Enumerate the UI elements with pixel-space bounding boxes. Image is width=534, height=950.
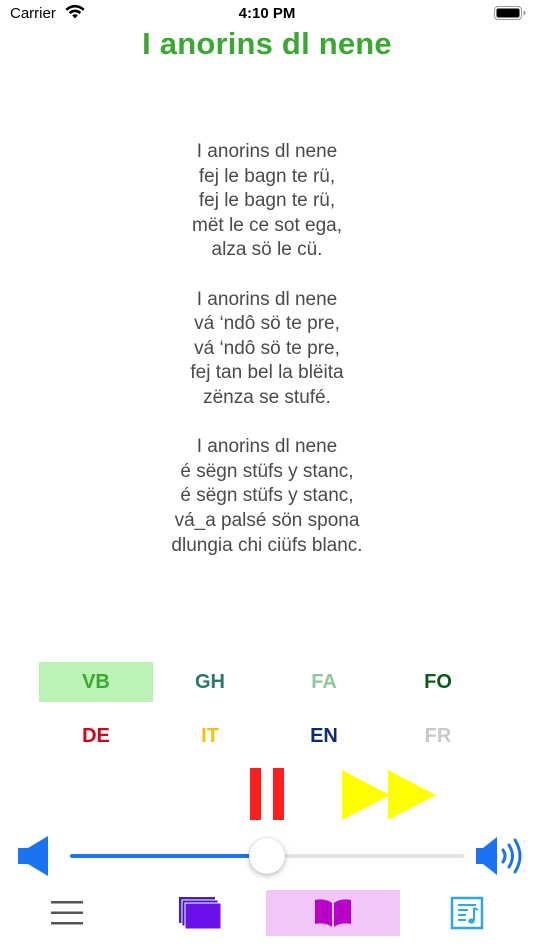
lyrics-line: zënza se stufé. [203, 386, 331, 408]
lyrics-line: mët le ce sot ega, [192, 214, 342, 236]
language-button-gh[interactable]: GH [153, 662, 267, 702]
lyrics-stanza: I anorins dl nene fej le bagn te rü, fej… [0, 140, 534, 263]
language-selector: VB GH FA FO DE IT EN FR [0, 660, 534, 770]
lyrics-line: vá ‘ndô sö te pre, [194, 337, 340, 359]
pause-button[interactable] [250, 768, 284, 820]
fast-forward-button[interactable] [340, 768, 438, 822]
language-button-vb[interactable]: VB [39, 662, 153, 702]
tab-book[interactable] [266, 890, 400, 936]
tab-collection[interactable] [133, 890, 267, 936]
lyrics-line: fej tan bel la blëita [190, 362, 344, 384]
language-button-fr[interactable]: FR [381, 716, 495, 756]
app-screen: Carrier 4:10 PM I anorins dl nene I anor… [0, 0, 534, 950]
lyrics-line: I anorins dl nene [196, 436, 338, 458]
volume-slider[interactable] [70, 836, 464, 876]
lyrics-stanza: I anorins dl nene é sëgn stüfs y stanc, … [0, 435, 534, 558]
lyrics-line: vá_a palsé sön spona [174, 509, 360, 531]
battery-icon [494, 6, 526, 20]
music-sheet-icon [450, 896, 484, 930]
tab-menu[interactable] [0, 890, 134, 936]
menu-icon [51, 901, 83, 925]
pause-icon [250, 768, 261, 820]
speaker-high-icon[interactable] [474, 834, 526, 878]
lyrics-line: fej le bagn te rü, [198, 190, 336, 212]
lyrics-text: I anorins dl nene fej le bagn te rü, fej… [0, 140, 534, 583]
language-button-en[interactable]: EN [267, 716, 381, 756]
language-button-de[interactable]: DE [39, 716, 153, 756]
lyrics-line: é sëgn stüfs y stanc, [180, 460, 354, 482]
status-bar: Carrier 4:10 PM [0, 0, 534, 28]
lyrics-line: alza sö le cü. [211, 239, 323, 261]
book-icon [315, 899, 351, 927]
song-title: I anorins dl nene [142, 26, 392, 61]
lyrics-line: fej le bagn te rü, [198, 165, 336, 187]
lyrics-line: vá ‘ndô sö te pre, [194, 313, 340, 335]
volume-slider-fill [70, 854, 267, 858]
pause-icon-bar [273, 768, 284, 820]
lyrics-line: é sëgn stüfs y stanc, [180, 485, 354, 507]
stack-icon [179, 897, 222, 930]
language-button-fo[interactable]: FO [381, 662, 495, 702]
lyrics-line: dlungia chi ciüfs blanc. [171, 534, 363, 556]
lyrics-line: I anorins dl nene [196, 141, 338, 162]
clock-label: 4:10 PM [238, 5, 296, 22]
lyrics-stanza: I anorins dl nene vá ‘ndô sö te pre, vá … [0, 288, 534, 411]
language-button-fa[interactable]: FA [267, 662, 381, 702]
language-button-it[interactable]: IT [153, 716, 267, 756]
lyrics-line: I anorins dl nene [196, 288, 338, 310]
speaker-low-icon[interactable] [14, 834, 50, 878]
tab-bar [0, 888, 534, 938]
volume-slider-thumb[interactable] [249, 838, 285, 874]
fast-forward-icon [342, 770, 436, 820]
tab-score[interactable] [400, 890, 534, 936]
